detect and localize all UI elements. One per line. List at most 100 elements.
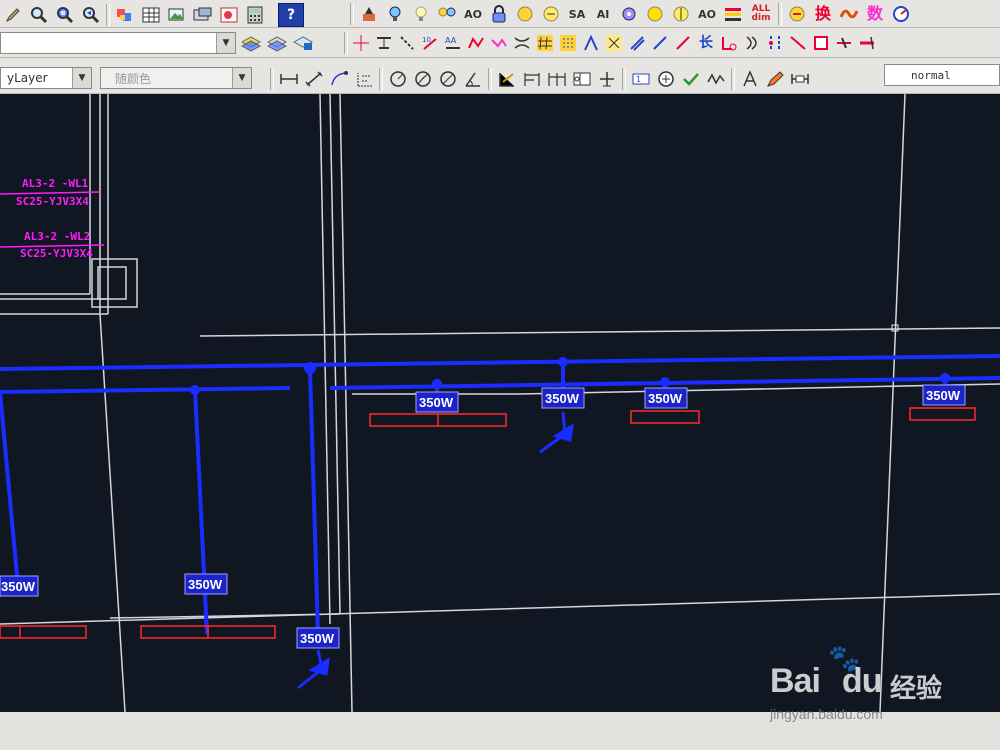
bulb-outline-icon[interactable] (410, 3, 432, 25)
wire-aa-icon[interactable]: AA (443, 32, 463, 54)
dim-quick-icon[interactable] (497, 68, 517, 90)
yellow-circle-icon[interactable] (644, 3, 666, 25)
wire-dash-icon[interactable] (558, 32, 578, 54)
compass-icon[interactable] (890, 3, 912, 25)
number-label-icon[interactable]: 数 (864, 3, 886, 25)
dim-wave-icon[interactable] (706, 68, 726, 90)
dim-ordinate-icon[interactable] (354, 68, 374, 90)
dim-center-icon[interactable] (597, 68, 617, 90)
lamp-label[interactable]: 350W (644, 387, 688, 409)
wire-hash-icon[interactable] (535, 32, 555, 54)
wave-icon[interactable] (838, 3, 860, 25)
layer-stack3-icon[interactable] (292, 32, 314, 54)
wire-lambda-icon[interactable] (581, 32, 601, 54)
wire-diag2-icon[interactable] (788, 32, 808, 54)
dim-angle-icon[interactable] (463, 68, 483, 90)
dim-baseline-icon[interactable] (522, 68, 542, 90)
ai-text2-icon[interactable]: AI (592, 3, 614, 25)
ao-text2-icon[interactable] (540, 3, 562, 25)
zoom-previous-icon[interactable] (80, 4, 102, 26)
wire-slash-icon[interactable] (650, 32, 670, 54)
lamp-label[interactable]: 350W (415, 391, 459, 413)
style-combo[interactable]: normal (884, 64, 1000, 86)
lamp-label[interactable]: 350W (922, 384, 966, 406)
picture-icon[interactable] (166, 4, 188, 26)
text-a-icon[interactable] (740, 68, 760, 90)
dim-diameter-icon[interactable] (438, 68, 458, 90)
diag-wire-icon[interactable] (397, 32, 417, 54)
wire-vert-icon[interactable] (765, 32, 785, 54)
dim-tolerance-icon[interactable] (572, 68, 592, 90)
dim-edit-icon[interactable]: 1 (631, 68, 651, 90)
paint-icon[interactable] (114, 4, 136, 26)
picture2-icon[interactable] (218, 4, 240, 26)
cross-wire-icon[interactable] (351, 32, 371, 54)
zoom-window-icon[interactable] (54, 4, 76, 26)
stack-icon[interactable] (722, 3, 744, 25)
wire-slash2-icon[interactable] (673, 32, 693, 54)
text-style-icon[interactable] (790, 68, 810, 90)
wire-cap-icon[interactable] (857, 32, 877, 54)
all-dim-icon[interactable]: ALL dim (748, 3, 774, 25)
text-pen-icon[interactable] (765, 68, 785, 90)
color-combo[interactable]: 随颜色 ▼ (100, 67, 252, 89)
zoom-icon[interactable] (28, 4, 50, 26)
layer-icon[interactable] (192, 4, 214, 26)
lock-icon[interactable] (488, 3, 510, 25)
wire-arc-icon[interactable] (742, 32, 762, 54)
replace-label-icon[interactable]: 换 (812, 3, 834, 25)
dim-linear-icon[interactable] (279, 68, 299, 90)
bus-icon[interactable] (374, 32, 394, 54)
toolbar-group-wiring: 10 AA 长 (344, 32, 877, 54)
dim-check-icon[interactable] (681, 68, 701, 90)
bulb-icon[interactable] (384, 3, 406, 25)
ai-text3-icon[interactable] (670, 3, 692, 25)
dim-circle-icon[interactable] (656, 68, 676, 90)
layer-stack2-icon[interactable] (266, 32, 288, 54)
drawing-canvas[interactable]: AL3-2 -WL1 SC25-YJV3X4 AL3-2 -WL2 SC25-Y… (0, 94, 1000, 712)
layer-state-combo[interactable]: ▼ (0, 32, 236, 54)
wire-x-icon[interactable] (604, 32, 624, 54)
dim-continue-icon[interactable] (547, 68, 567, 90)
ao-text-icon[interactable]: AO (462, 3, 484, 25)
table-icon[interactable] (140, 4, 162, 26)
lamp-label[interactable]: 350W (0, 575, 39, 597)
lamp-label[interactable]: 350W (296, 627, 340, 649)
wire-cross2-icon[interactable] (834, 32, 854, 54)
wire-double-icon[interactable] (627, 32, 647, 54)
pencil-icon[interactable] (2, 4, 24, 26)
bulb-pair-icon[interactable] (436, 3, 458, 25)
wire-10-icon[interactable]: 10 (420, 32, 440, 54)
ss-text-icon[interactable]: SA (566, 3, 588, 25)
layer-combo[interactable]: yLayer ▼ (0, 67, 92, 89)
wire-curve-icon[interactable] (719, 32, 739, 54)
wire-bend-icon[interactable] (466, 32, 486, 54)
dim-radius-icon[interactable] (388, 68, 408, 90)
lamp-label[interactable]: 350W (541, 387, 585, 409)
toolbar-row-2: ▼ 10 AA 长 (0, 28, 1000, 58)
wire-box-icon[interactable] (811, 32, 831, 54)
gear-icon[interactable] (618, 3, 640, 25)
calculator-icon[interactable] (244, 4, 266, 26)
help-icon[interactable]: ? (278, 3, 304, 27)
chevron-down-icon[interactable]: ▼ (72, 68, 91, 88)
length-label-icon[interactable]: 长 (696, 32, 716, 54)
ao-text3-icon[interactable]: AO (696, 3, 718, 25)
dim-arc-icon[interactable] (329, 68, 349, 90)
wire-main (0, 354, 1000, 371)
dim-aligned-icon[interactable] (304, 68, 324, 90)
chevron-down-icon[interactable]: ▼ (232, 68, 251, 88)
ao-label-2: AO (698, 7, 716, 21)
north-arrow-icon[interactable] (358, 3, 380, 25)
dim-jogged-icon[interactable] (413, 68, 433, 90)
wire-node (432, 379, 442, 389)
wire-bracket-icon[interactable] (512, 32, 532, 54)
lamp-label[interactable]: 350W (184, 573, 228, 595)
cad-drawing[interactable]: AL3-2 -WL1 SC25-YJV3X4 AL3-2 -WL2 SC25-Y… (0, 94, 1000, 712)
convert-icon[interactable] (786, 3, 808, 25)
light-fixtures (0, 407, 976, 639)
chevron-down-icon[interactable]: ▼ (216, 33, 235, 53)
wire-zig-icon[interactable] (489, 32, 509, 54)
ai-text-icon[interactable] (514, 3, 536, 25)
layer-stack-icon[interactable] (240, 32, 262, 54)
